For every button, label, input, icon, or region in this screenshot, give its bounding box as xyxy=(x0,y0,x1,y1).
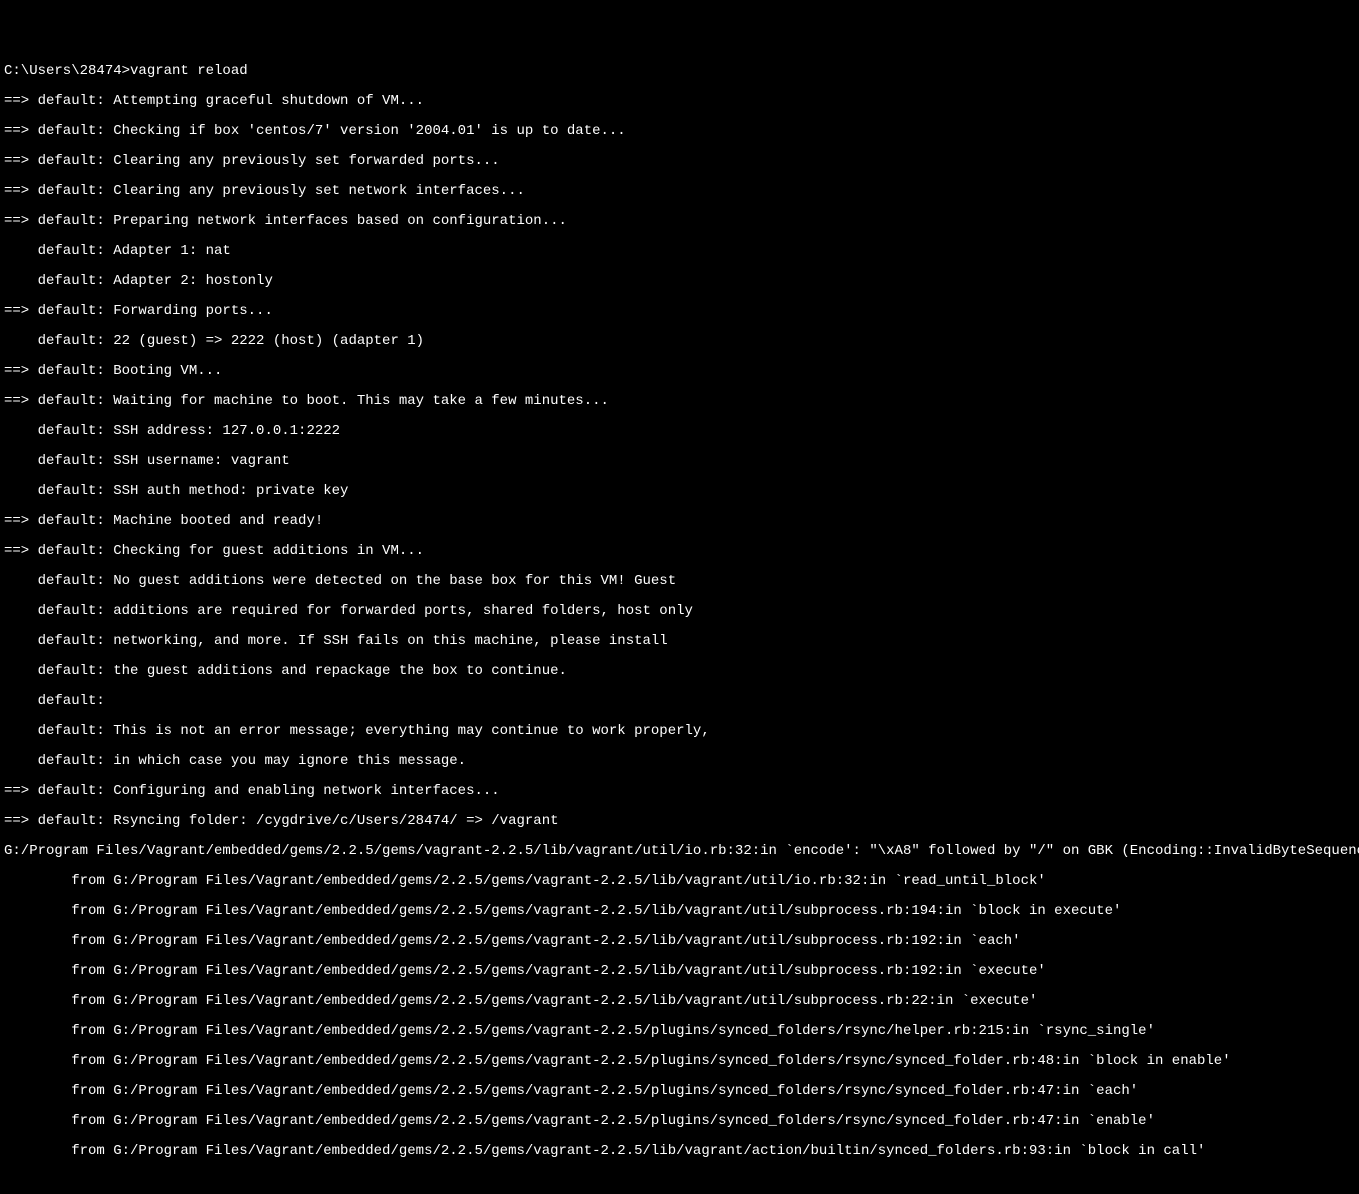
terminal-error-line: G:/Program Files/Vagrant/embedded/gems/2… xyxy=(4,844,1359,859)
terminal-stacktrace-line: from G:/Program Files/Vagrant/embedded/g… xyxy=(4,1084,1359,1099)
terminal-output-line: default: in which case you may ignore th… xyxy=(4,754,1359,769)
terminal-stacktrace-line: from G:/Program Files/Vagrant/embedded/g… xyxy=(4,994,1359,1009)
terminal-stacktrace-line: from G:/Program Files/Vagrant/embedded/g… xyxy=(4,874,1359,889)
terminal-output-line: ==> default: Attempting graceful shutdow… xyxy=(4,94,1359,109)
terminal-output-line: default: SSH username: vagrant xyxy=(4,454,1359,469)
terminal-stacktrace-line: from G:/Program Files/Vagrant/embedded/g… xyxy=(4,1114,1359,1129)
terminal-output-line: ==> default: Machine booted and ready! xyxy=(4,514,1359,529)
terminal-output-line: default: networking, and more. If SSH fa… xyxy=(4,634,1359,649)
terminal-output-line: default: xyxy=(4,694,1359,709)
terminal-output-line: ==> default: Checking if box 'centos/7' … xyxy=(4,124,1359,139)
terminal-output-line: ==> default: Rsyncing folder: /cygdrive/… xyxy=(4,814,1359,829)
terminal-output-line: ==> default: Preparing network interface… xyxy=(4,214,1359,229)
terminal-output-line: default: Adapter 2: hostonly xyxy=(4,274,1359,289)
terminal-output-line: default: the guest additions and repacka… xyxy=(4,664,1359,679)
terminal-output-line: ==> default: Clearing any previously set… xyxy=(4,184,1359,199)
terminal-output-line: ==> default: Waiting for machine to boot… xyxy=(4,394,1359,409)
terminal-stacktrace-line: from G:/Program Files/Vagrant/embedded/g… xyxy=(4,1144,1359,1159)
terminal-stacktrace-line: from G:/Program Files/Vagrant/embedded/g… xyxy=(4,904,1359,919)
terminal-output-line: default: SSH auth method: private key xyxy=(4,484,1359,499)
terminal-output-line: ==> default: Clearing any previously set… xyxy=(4,154,1359,169)
terminal-stacktrace-line: from G:/Program Files/Vagrant/embedded/g… xyxy=(4,1054,1359,1069)
terminal-output-line: default: SSH address: 127.0.0.1:2222 xyxy=(4,424,1359,439)
terminal-output-line: ==> default: Checking for guest addition… xyxy=(4,544,1359,559)
terminal-prompt-line: C:\Users\28474>vagrant reload xyxy=(4,64,1359,79)
terminal-output-line: default: This is not an error message; e… xyxy=(4,724,1359,739)
terminal-stacktrace-line: from G:/Program Files/Vagrant/embedded/g… xyxy=(4,964,1359,979)
terminal-output-line: default: Adapter 1: nat xyxy=(4,244,1359,259)
terminal-output-line: ==> default: Booting VM... xyxy=(4,364,1359,379)
terminal-output-line: ==> default: Configuring and enabling ne… xyxy=(4,784,1359,799)
terminal-output-line: default: 22 (guest) => 2222 (host) (adap… xyxy=(4,334,1359,349)
terminal-stacktrace-line: from G:/Program Files/Vagrant/embedded/g… xyxy=(4,1024,1359,1039)
terminal-output-line: default: No guest additions were detecte… xyxy=(4,574,1359,589)
terminal-output-line: default: additions are required for forw… xyxy=(4,604,1359,619)
terminal-stacktrace-line: from G:/Program Files/Vagrant/embedded/g… xyxy=(4,934,1359,949)
terminal-output-line: ==> default: Forwarding ports... xyxy=(4,304,1359,319)
